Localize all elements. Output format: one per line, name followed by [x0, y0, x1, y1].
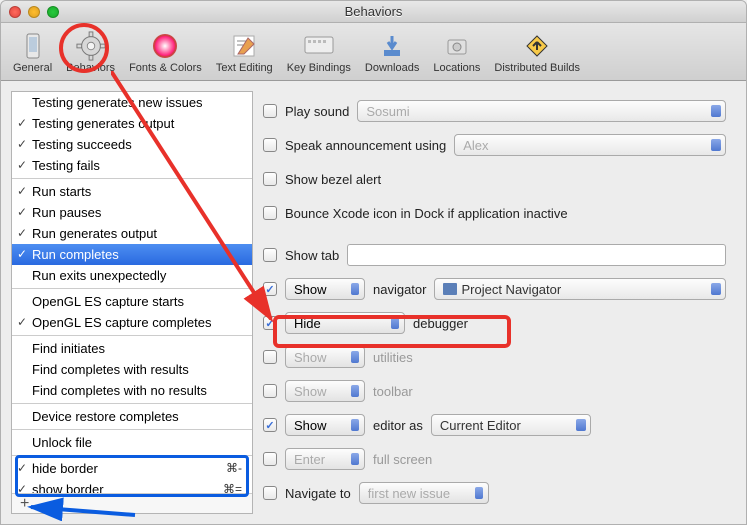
list-item[interactable]: Testing generates new issues	[12, 92, 252, 113]
preferences-window: Behaviors General Behaviors Fonts & Colo…	[0, 0, 747, 525]
list-item[interactable]: Unlock file	[12, 432, 252, 453]
checkbox-show-tab[interactable]	[263, 248, 277, 262]
checkbox-navigate[interactable]	[263, 486, 277, 500]
list-item[interactable]: Find initiates	[12, 338, 252, 359]
checkbox-play-sound[interactable]	[263, 104, 277, 118]
list-item[interactable]: Run pauses	[12, 202, 252, 223]
option-fullscreen: Enter full screen	[263, 447, 726, 471]
option-play-sound: Play sound Sosumi	[263, 99, 726, 123]
tab-key-bindings[interactable]: Key Bindings	[281, 28, 357, 76]
keyboard-icon	[303, 30, 335, 62]
debugger-action-select[interactable]: Hide	[285, 312, 405, 334]
list-item[interactable]: Run generates output	[12, 223, 252, 244]
tab-general[interactable]: General	[7, 28, 58, 76]
list-item[interactable]: Find completes with no results	[12, 380, 252, 401]
utilities-action-select[interactable]: Show	[285, 346, 365, 368]
option-editor: Show editor as Current Editor	[263, 413, 726, 437]
behavior-sidebar: Testing generates new issues Testing gen…	[11, 91, 253, 514]
checkbox-toolbar[interactable]	[263, 384, 277, 398]
tab-name-input[interactable]	[347, 244, 726, 266]
tab-behaviors[interactable]: Behaviors	[60, 28, 121, 76]
fullscreen-action-select[interactable]: Enter	[285, 448, 365, 470]
separator	[12, 429, 252, 430]
checkbox-editor[interactable]	[263, 418, 277, 432]
folder-icon	[443, 283, 457, 295]
gear-icon	[75, 30, 107, 62]
separator	[12, 178, 252, 179]
option-navigate-to: Navigate to first new issue	[263, 481, 726, 505]
checkbox-debugger[interactable]	[263, 316, 277, 330]
tab-downloads[interactable]: Downloads	[359, 28, 425, 76]
voice-select[interactable]: Alex	[454, 134, 726, 156]
checkbox-utilities[interactable]	[263, 350, 277, 364]
titlebar: Behaviors	[1, 1, 746, 23]
add-behavior-button[interactable]: +	[20, 495, 29, 513]
separator	[12, 403, 252, 404]
phone-icon	[17, 30, 49, 62]
option-bezel: Show bezel alert	[263, 167, 726, 191]
option-speak: Speak announcement using Alex	[263, 133, 726, 157]
option-show-tab: Show tab	[263, 243, 726, 267]
prefs-toolbar: General Behaviors Fonts & Colors Text Ed…	[1, 23, 746, 81]
list-item-custom[interactable]: show border⌘=	[12, 479, 252, 493]
option-bounce: Bounce Xcode icon in Dock if application…	[263, 201, 726, 225]
option-utilities: Show utilities	[263, 345, 726, 369]
separator	[12, 335, 252, 336]
toolbar-action-select[interactable]: Show	[285, 380, 365, 402]
list-item[interactable]: Run starts	[12, 181, 252, 202]
editor-action-select[interactable]: Show	[285, 414, 365, 436]
sidebar-footer: +	[12, 493, 252, 513]
text-edit-icon	[228, 30, 260, 62]
tab-distributed-builds[interactable]: Distributed Builds	[488, 28, 586, 76]
separator	[12, 288, 252, 289]
behavior-options: Play sound Sosumi Speak announcement usi…	[253, 91, 736, 514]
sign-icon	[521, 30, 553, 62]
color-wheel-icon	[149, 30, 181, 62]
list-item[interactable]: Testing succeeds	[12, 134, 252, 155]
checkbox-speak[interactable]	[263, 138, 277, 152]
list-item[interactable]: Find completes with results	[12, 359, 252, 380]
sound-select[interactable]: Sosumi	[357, 100, 726, 122]
list-item[interactable]: Testing generates output	[12, 113, 252, 134]
download-icon	[376, 30, 408, 62]
navigator-action-select[interactable]: Show	[285, 278, 365, 300]
checkbox-fullscreen[interactable]	[263, 452, 277, 466]
navigate-value-select[interactable]: first new issue	[359, 482, 489, 504]
list-item[interactable]: Testing fails	[12, 155, 252, 176]
list-item[interactable]: OpenGL ES capture completes	[12, 312, 252, 333]
checkbox-navigator[interactable]	[263, 282, 277, 296]
tab-text-editing[interactable]: Text Editing	[210, 28, 279, 76]
list-item[interactable]: OpenGL ES capture starts	[12, 291, 252, 312]
option-toolbar: Show toolbar	[263, 379, 726, 403]
checkbox-bezel[interactable]	[263, 172, 277, 186]
separator	[12, 455, 252, 456]
option-navigator: Show navigator Project Navigator	[263, 277, 726, 301]
tab-fonts-colors[interactable]: Fonts & Colors	[123, 28, 208, 76]
list-item[interactable]: Run exits unexpectedly	[12, 265, 252, 286]
behavior-list[interactable]: Testing generates new issues Testing gen…	[12, 92, 252, 493]
checkbox-bounce[interactable]	[263, 206, 277, 220]
window-title: Behaviors	[9, 4, 738, 19]
list-item-selected[interactable]: Run completes	[12, 244, 252, 265]
editor-value-select[interactable]: Current Editor	[431, 414, 591, 436]
content-area: Testing generates new issues Testing gen…	[1, 81, 746, 524]
drive-icon	[441, 30, 473, 62]
list-item[interactable]: Device restore completes	[12, 406, 252, 427]
navigator-value-select[interactable]: Project Navigator	[434, 278, 726, 300]
option-debugger: Hide debugger	[263, 311, 726, 335]
list-item-custom[interactable]: hide border⌘-	[12, 458, 252, 479]
tab-locations[interactable]: Locations	[427, 28, 486, 76]
